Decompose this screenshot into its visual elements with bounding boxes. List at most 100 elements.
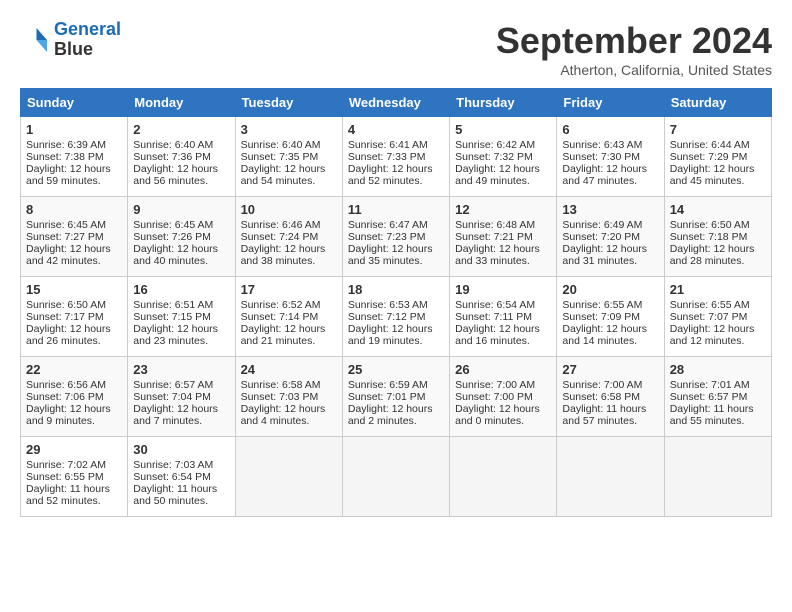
col-header-tuesday: Tuesday: [235, 89, 342, 117]
daylight: Daylight: 12 hours and 33 minutes.: [455, 243, 540, 267]
sunset: Sunset: 7:04 PM: [133, 391, 211, 403]
calendar-cell: 10Sunrise: 6:46 AMSunset: 7:24 PMDayligh…: [235, 197, 342, 277]
calendar-cell: 1Sunrise: 6:39 AMSunset: 7:38 PMDaylight…: [21, 117, 128, 197]
sunrise: Sunrise: 7:00 AM: [562, 379, 642, 391]
calendar-cell: 23Sunrise: 6:57 AMSunset: 7:04 PMDayligh…: [128, 357, 235, 437]
daylight: Daylight: 12 hours and 38 minutes.: [241, 243, 326, 267]
daylight: Daylight: 12 hours and 19 minutes.: [348, 323, 433, 347]
day-number: 29: [26, 442, 122, 457]
daylight: Daylight: 12 hours and 28 minutes.: [670, 243, 755, 267]
calendar-cell: 3Sunrise: 6:40 AMSunset: 7:35 PMDaylight…: [235, 117, 342, 197]
daylight: Daylight: 12 hours and 23 minutes.: [133, 323, 218, 347]
sunset: Sunset: 7:17 PM: [26, 311, 104, 323]
day-number: 10: [241, 202, 337, 217]
calendar-cell: 28Sunrise: 7:01 AMSunset: 6:57 PMDayligh…: [664, 357, 771, 437]
sunrise: Sunrise: 6:48 AM: [455, 219, 535, 231]
daylight: Daylight: 12 hours and 2 minutes.: [348, 403, 433, 427]
daylight: Daylight: 12 hours and 26 minutes.: [26, 323, 111, 347]
page-header: General Blue September 2024 Atherton, Ca…: [20, 20, 772, 78]
sunset: Sunset: 7:06 PM: [26, 391, 104, 403]
sunset: Sunset: 7:33 PM: [348, 151, 426, 163]
col-header-monday: Monday: [128, 89, 235, 117]
day-number: 3: [241, 122, 337, 137]
day-number: 27: [562, 362, 658, 377]
daylight: Daylight: 12 hours and 54 minutes.: [241, 163, 326, 187]
sunset: Sunset: 7:29 PM: [670, 151, 748, 163]
sunset: Sunset: 7:30 PM: [562, 151, 640, 163]
sunrise: Sunrise: 6:42 AM: [455, 139, 535, 151]
sunset: Sunset: 7:11 PM: [455, 311, 532, 323]
calendar-cell: 11Sunrise: 6:47 AMSunset: 7:23 PMDayligh…: [342, 197, 449, 277]
calendar-cell: 2Sunrise: 6:40 AMSunset: 7:36 PMDaylight…: [128, 117, 235, 197]
daylight: Daylight: 11 hours and 55 minutes.: [670, 403, 754, 427]
day-number: 7: [670, 122, 766, 137]
sunset: Sunset: 7:07 PM: [670, 311, 748, 323]
calendar-cell: 19Sunrise: 6:54 AMSunset: 7:11 PMDayligh…: [450, 277, 557, 357]
calendar-cell: 29Sunrise: 7:02 AMSunset: 6:55 PMDayligh…: [21, 437, 128, 517]
day-number: 13: [562, 202, 658, 217]
logo: General Blue: [20, 20, 121, 60]
daylight: Daylight: 12 hours and 14 minutes.: [562, 323, 647, 347]
daylight: Daylight: 12 hours and 59 minutes.: [26, 163, 111, 187]
calendar-cell: 25Sunrise: 6:59 AMSunset: 7:01 PMDayligh…: [342, 357, 449, 437]
sunset: Sunset: 7:15 PM: [133, 311, 211, 323]
calendar-cell: 9Sunrise: 6:45 AMSunset: 7:26 PMDaylight…: [128, 197, 235, 277]
sunrise: Sunrise: 6:58 AM: [241, 379, 321, 391]
sunset: Sunset: 7:32 PM: [455, 151, 533, 163]
sunset: Sunset: 7:01 PM: [348, 391, 426, 403]
col-header-wednesday: Wednesday: [342, 89, 449, 117]
calendar-cell: 12 Sunrise: 6:48 AMSunset: 7:21 PMDayligh…: [450, 197, 557, 277]
calendar-cell: 22Sunrise: 6:56 AMSunset: 7:06 PMDayligh…: [21, 357, 128, 437]
calendar-cell: 27Sunrise: 7:00 AMSunset: 6:58 PMDayligh…: [557, 357, 664, 437]
sunrise: Sunrise: 6:45 AM: [133, 219, 213, 231]
day-number: 25: [348, 362, 444, 377]
day-number: 18: [348, 282, 444, 297]
daylight: Daylight: 12 hours and 49 minutes.: [455, 163, 540, 187]
calendar-cell: 15Sunrise: 6:50 AMSunset: 7:17 PMDayligh…: [21, 277, 128, 357]
calendar-cell: 8Sunrise: 6:45 AMSunset: 7:27 PMDaylight…: [21, 197, 128, 277]
daylight: Daylight: 12 hours and 7 minutes.: [133, 403, 218, 427]
sunrise: Sunrise: 6:52 AM: [241, 299, 321, 311]
daylight: Daylight: 12 hours and 4 minutes.: [241, 403, 326, 427]
daylight: Daylight: 12 hours and 35 minutes.: [348, 243, 433, 267]
sunset: Sunset: 6:55 PM: [26, 471, 104, 483]
sunrise: Sunrise: 6:56 AM: [26, 379, 106, 391]
calendar-cell: 16Sunrise: 6:51 AMSunset: 7:15 PMDayligh…: [128, 277, 235, 357]
sunset: Sunset: 7:09 PM: [562, 311, 640, 323]
sunrise: Sunrise: 7:02 AM: [26, 459, 106, 471]
daylight: Daylight: 12 hours and 45 minutes.: [670, 163, 755, 187]
sunset: Sunset: 7:14 PM: [241, 311, 319, 323]
sunrise: Sunrise: 7:00 AM: [455, 379, 535, 391]
daylight: Daylight: 12 hours and 42 minutes.: [26, 243, 111, 267]
daylight: Daylight: 12 hours and 47 minutes.: [562, 163, 647, 187]
sunrise: Sunrise: 7:03 AM: [133, 459, 213, 471]
calendar-table: SundayMondayTuesdayWednesdayThursdayFrid…: [20, 88, 772, 517]
col-header-friday: Friday: [557, 89, 664, 117]
daylight: Daylight: 12 hours and 12 minutes.: [670, 323, 755, 347]
day-number: 12: [455, 202, 551, 217]
calendar-cell: [664, 437, 771, 517]
calendar-cell: [235, 437, 342, 517]
calendar-week-1: 1Sunrise: 6:39 AMSunset: 7:38 PMDaylight…: [21, 117, 772, 197]
daylight: Daylight: 12 hours and 21 minutes.: [241, 323, 326, 347]
daylight: Daylight: 12 hours and 56 minutes.: [133, 163, 218, 187]
sunrise: Sunrise: 6:55 AM: [562, 299, 642, 311]
calendar-week-3: 15Sunrise: 6:50 AMSunset: 7:17 PMDayligh…: [21, 277, 772, 357]
calendar-cell: 18Sunrise: 6:53 AMSunset: 7:12 PMDayligh…: [342, 277, 449, 357]
sunset: Sunset: 6:58 PM: [562, 391, 640, 403]
sunset: Sunset: 7:18 PM: [670, 231, 748, 243]
logo-text: General Blue: [54, 20, 121, 60]
sunrise: Sunrise: 6:39 AM: [26, 139, 106, 151]
sunset: Sunset: 6:54 PM: [133, 471, 211, 483]
day-number: 21: [670, 282, 766, 297]
sunrise: Sunrise: 6:54 AM: [455, 299, 535, 311]
sunrise: Sunrise: 7:01 AM: [670, 379, 750, 391]
day-number: 6: [562, 122, 658, 137]
sunrise: Sunrise: 6:50 AM: [670, 219, 750, 231]
sunrise: Sunrise: 6:44 AM: [670, 139, 750, 151]
calendar-cell: 17Sunrise: 6:52 AMSunset: 7:14 PMDayligh…: [235, 277, 342, 357]
sunset: Sunset: 7:21 PM: [455, 231, 533, 243]
calendar-week-4: 22Sunrise: 6:56 AMSunset: 7:06 PMDayligh…: [21, 357, 772, 437]
day-number: 11: [348, 202, 444, 217]
col-header-thursday: Thursday: [450, 89, 557, 117]
